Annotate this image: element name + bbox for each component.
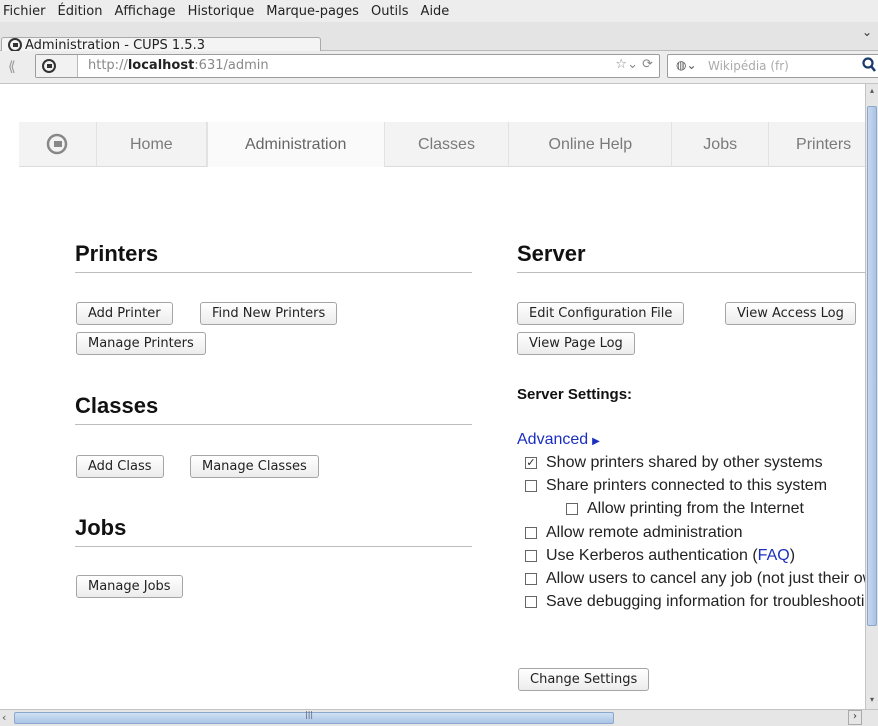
tab-bar: Administration - CUPS 1.5.3 ⌄ (0, 22, 878, 53)
menu-affichage[interactable]: Affichage (114, 4, 175, 19)
printers-heading: Printers (75, 241, 472, 273)
faq-link[interactable]: FAQ (758, 547, 790, 565)
option-cancel-any-job[interactable]: Allow users to cancel any job (not just … (525, 570, 865, 588)
cups-favicon-icon (8, 38, 22, 52)
change-settings-button[interactable]: Change Settings (518, 668, 650, 691)
back-icon[interactable]: ⟪ (8, 59, 16, 75)
edit-configuration-file-button[interactable]: Edit Configuration File (517, 302, 685, 325)
find-new-printers-button[interactable]: Find New Printers (200, 302, 338, 325)
option-remote-admin[interactable]: Allow remote administration (525, 524, 743, 542)
search-bar[interactable]: ◍⌄ Wikipédia (fr) (667, 54, 878, 78)
server-settings-label: Server Settings: (517, 386, 633, 403)
bookmark-star-icon[interactable]: ☆⌄ ⟳ (615, 57, 653, 72)
cups-logo-icon[interactable] (19, 122, 97, 166)
add-class-button[interactable]: Add Class (76, 455, 164, 478)
vertical-scroll-thumb[interactable] (867, 106, 877, 626)
checkbox-icon[interactable] (525, 480, 537, 492)
checkbox-icon[interactable] (525, 573, 537, 585)
checkbox-icon[interactable] (566, 503, 578, 515)
tab-administration[interactable]: Administration - CUPS 1.5.3 (1, 37, 321, 53)
navigation-bar: ⟪ http://localhost:631/admin ☆⌄ ⟳ ◍⌄ Wik… (0, 51, 878, 84)
page-content: Home Administration Classes Online Help … (0, 84, 865, 709)
server-heading: Server (517, 241, 865, 273)
view-access-log-button[interactable]: View Access Log (725, 302, 856, 325)
menu-outils[interactable]: Outils (371, 4, 409, 19)
scroll-down-icon[interactable]: ▾ (866, 695, 878, 707)
manage-jobs-button[interactable]: Manage Jobs (76, 575, 183, 598)
site-identity-icon[interactable] (36, 55, 78, 77)
manage-printers-button[interactable]: Manage Printers (76, 332, 206, 355)
advanced-link[interactable]: Advanced ▶ (517, 431, 600, 449)
search-placeholder: Wikipédia (fr) (708, 59, 789, 73)
nav-classes[interactable]: Classes (385, 122, 510, 167)
scroll-left-icon[interactable]: ‹ (2, 711, 6, 724)
nav-jobs[interactable]: Jobs (672, 122, 770, 167)
nav-home[interactable]: Home (97, 122, 207, 167)
search-icon[interactable] (862, 57, 876, 77)
checkbox-icon[interactable] (525, 527, 537, 539)
menu-marque-pages[interactable]: Marque-pages (266, 4, 359, 19)
horizontal-scroll-thumb[interactable] (14, 712, 614, 724)
menu-bar: Fichier Édition Affichage Historique Mar… (0, 0, 878, 22)
checkbox-icon[interactable] (525, 550, 537, 562)
option-allow-internet-printing[interactable]: Allow printing from the Internet (566, 500, 804, 518)
view-page-log-button[interactable]: View Page Log (517, 332, 635, 355)
vertical-scrollbar[interactable]: ▴ ▾ (865, 84, 878, 709)
scroll-up-icon[interactable]: ▴ (866, 86, 878, 98)
url-text[interactable]: http://localhost:631/admin (88, 58, 269, 73)
scroll-grip-icon: ||| (305, 710, 314, 719)
nav-printers[interactable]: Printers (769, 122, 865, 167)
option-kerberos[interactable]: Use Kerberos authentication (FAQ) (525, 547, 795, 565)
expand-arrow-icon: ▶ (592, 436, 600, 447)
nav-online-help[interactable]: Online Help (509, 122, 673, 167)
add-printer-button[interactable]: Add Printer (76, 302, 173, 325)
horizontal-scrollbar[interactable]: ‹ ||| › (0, 709, 878, 726)
checkbox-icon[interactable] (525, 596, 537, 608)
menu-historique[interactable]: Historique (188, 4, 255, 19)
classes-heading: Classes (75, 393, 472, 425)
menu-aide[interactable]: Aide (421, 4, 450, 19)
option-share-printers[interactable]: Share printers connected to this system (525, 477, 827, 495)
scroll-right-icon[interactable]: › (848, 710, 862, 725)
menu-fichier[interactable]: Fichier (3, 4, 46, 19)
search-engine-icon[interactable]: ◍⌄ (676, 58, 697, 72)
nav-administration[interactable]: Administration (206, 122, 385, 167)
manage-classes-button[interactable]: Manage Classes (190, 455, 319, 478)
url-bar[interactable]: http://localhost:631/admin ☆⌄ ⟳ (35, 54, 660, 78)
jobs-heading: Jobs (75, 515, 472, 547)
menu-edition[interactable]: Édition (58, 4, 103, 19)
checkbox-checked-icon[interactable]: ✓ (525, 457, 537, 469)
tab-list-chevron-icon[interactable]: ⌄ (862, 25, 872, 39)
option-debug-logging[interactable]: Save debugging information for troublesh… (525, 593, 865, 611)
option-show-shared-printers[interactable]: ✓ Show printers shared by other systems (525, 454, 823, 472)
cups-nav-bar: Home Administration Classes Online Help … (19, 122, 865, 167)
